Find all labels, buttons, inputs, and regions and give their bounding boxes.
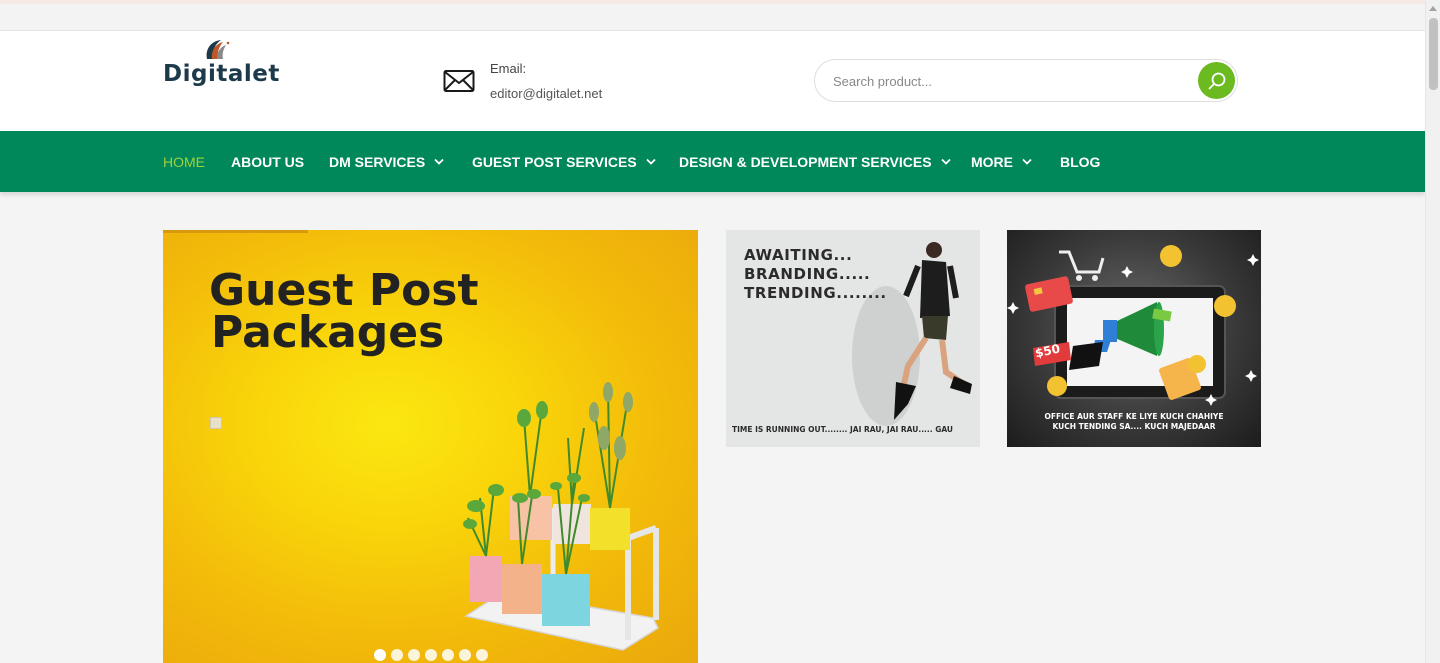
page-scrollbar[interactable] (1425, 0, 1440, 663)
slider-dot[interactable] (425, 649, 437, 661)
slider-dot[interactable] (391, 649, 403, 661)
site-logo[interactable]: Digitalet (163, 37, 279, 93)
nav-item-label: ABOUT US (231, 153, 305, 170)
chevron-down-icon (434, 158, 444, 165)
slider-dots (374, 649, 488, 661)
nav-item-dm-services[interactable]: DM SERVICES (329, 131, 444, 192)
nav-item-label: DM SERVICES (329, 153, 426, 170)
marketing-footer-line: KUCH TENDING SA.... KUCH MAJEDAAR (1052, 422, 1216, 431)
nav-item-home[interactable]: HOME (163, 131, 205, 192)
branding-footer-text: TIME IS RUNNING OUT........ JAI RAU, JAI… (732, 425, 954, 434)
branding-heading-line: BRANDING..... (744, 265, 871, 283)
nav-item-more[interactable]: MORE (971, 131, 1032, 192)
search-bar (814, 59, 1238, 102)
chevron-down-icon (1022, 158, 1032, 165)
branding-heading: AWAITING... BRANDING..... TRENDING......… (744, 246, 887, 303)
site-header: Digitalet Email: editor@digitalet.net (0, 31, 1425, 131)
nav-item-blog[interactable]: BLOG (1060, 131, 1100, 192)
search-icon (1208, 72, 1225, 89)
plant-stand-image (463, 382, 659, 651)
email-label: Email: (490, 61, 527, 76)
scroll-up-arrow-icon[interactable] (1429, 6, 1437, 11)
slide-handle (210, 417, 222, 429)
hero-title: Guest Post Packages (209, 265, 479, 358)
logo-text: Digitalet (163, 61, 280, 87)
branding-heading-line: AWAITING... (744, 246, 853, 264)
nav-item-label: GUEST POST SERVICES (472, 153, 637, 170)
nav-item-label: DESIGN & DEVELOPMENT SERVICES (679, 153, 932, 170)
nav-item-about-us[interactable]: ABOUT US (231, 131, 304, 192)
slider-dot[interactable] (459, 649, 471, 661)
nav-item-guest-post-services[interactable]: GUEST POST SERVICES (472, 131, 656, 192)
slider-dot[interactable] (408, 649, 420, 661)
search-input[interactable] (833, 71, 1193, 91)
slider-dot[interactable] (476, 649, 488, 661)
nav-item-design-development-services[interactable]: DESIGN & DEVELOPMENT SERVICES (679, 131, 951, 192)
branding-heading-line: TRENDING........ (744, 284, 887, 302)
mail-icon (443, 70, 475, 92)
nav-item-label: HOME (163, 153, 205, 170)
chevron-down-icon (646, 158, 656, 165)
promo-card-branding[interactable]: AWAITING... BRANDING..... TRENDING......… (726, 230, 980, 447)
nav-item-label: BLOG (1060, 153, 1101, 170)
chevron-down-icon (940, 158, 951, 165)
marketing-footer-text: OFFICE AUR STAFF KE LIYE KUCH CHAHIYE KU… (1007, 412, 1261, 432)
slider-progress-bar (163, 230, 308, 233)
hero-title-line: Packages (211, 307, 445, 358)
main-navigation: HOME ABOUT US DM SERVICES GUEST POST SER… (0, 131, 1425, 192)
promo-card-marketing[interactable]: $50 OFFICE AUR STAFF KE LIYE KUCH CHAHIY… (1007, 230, 1261, 447)
top-strip (0, 0, 1425, 31)
email-link[interactable]: editor@digitalet.net (490, 86, 602, 101)
hero-slider[interactable]: Guest Post Packages (163, 230, 698, 663)
slider-dot[interactable] (374, 649, 386, 661)
hero-title-line: Guest Post (209, 265, 479, 316)
slider-dot[interactable] (442, 649, 454, 661)
nav-item-label: MORE (971, 153, 1013, 170)
scrollbar-thumb[interactable] (1429, 18, 1438, 90)
marketing-footer-line: OFFICE AUR STAFF KE LIYE KUCH CHAHIYE (1044, 412, 1224, 421)
search-button[interactable] (1198, 62, 1235, 99)
